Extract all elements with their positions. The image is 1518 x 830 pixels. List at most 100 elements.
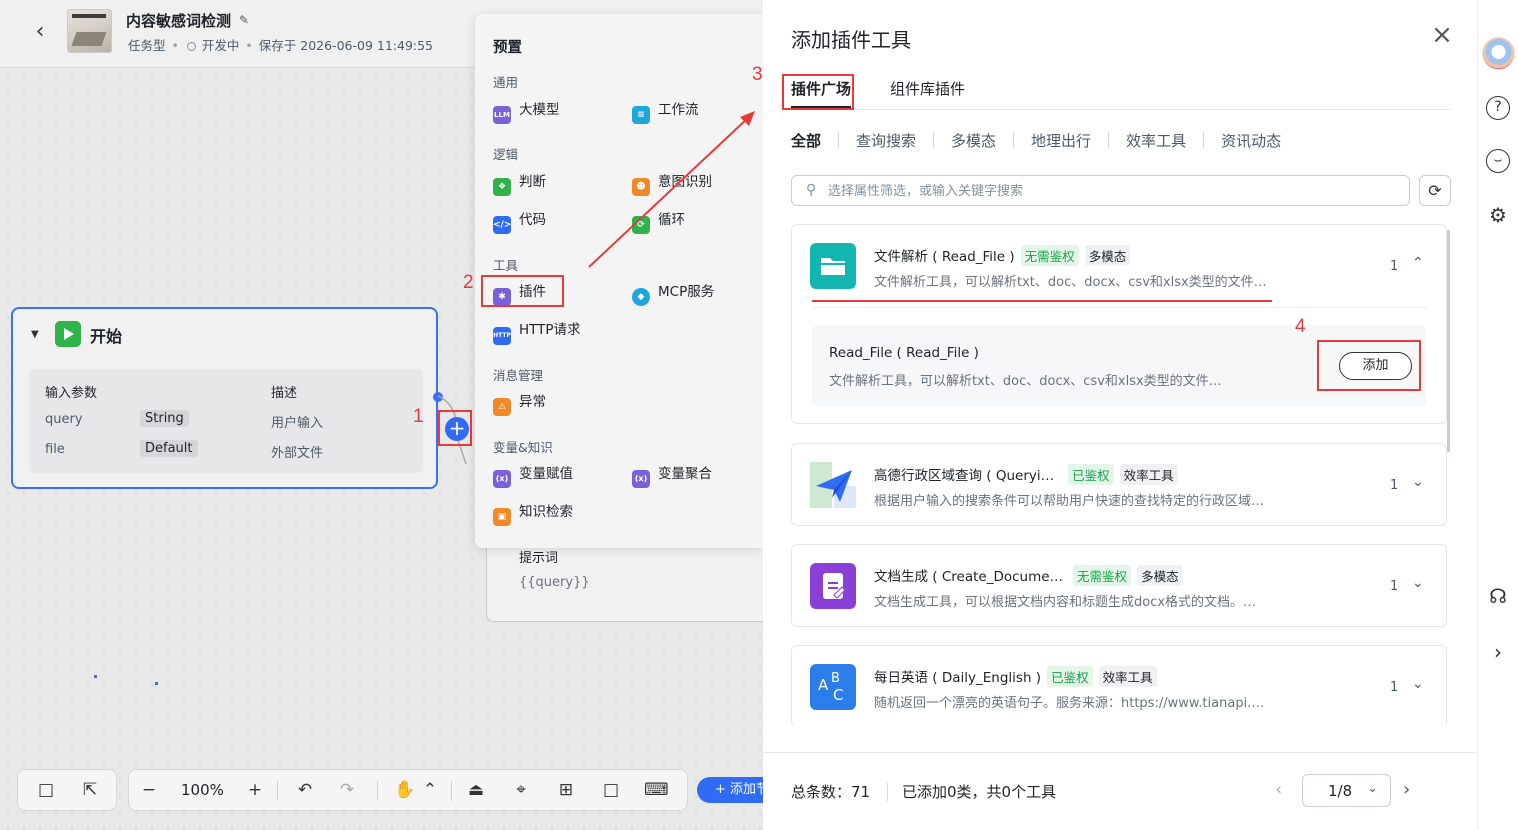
category-all[interactable]: 全部 — [791, 130, 821, 151]
picker-item-judge[interactable]: ❖ 判断 — [493, 170, 546, 196]
back-arrow-icon[interactable]: ‹ — [28, 18, 52, 46]
prev-page-icon[interactable]: ‹ — [1275, 779, 1282, 800]
chevron-down-icon[interactable]: ⌄ — [1412, 676, 1424, 692]
plugin-card[interactable]: 高德行政区域查询 ( Queryi… 已鉴权 效率工具 根据用户输入的搜索条件可以帮… — [791, 443, 1447, 526]
plugin-search: ⚲ — [791, 175, 1410, 206]
category-multimodal[interactable]: 多模态 — [951, 130, 996, 151]
hand-icon[interactable]: ✋ — [393, 778, 417, 802]
annotation-box-1 — [438, 410, 472, 446]
category-efficiency[interactable]: 效率工具 — [1126, 130, 1186, 151]
picker-item-llm[interactable]: LLM 大模型 — [493, 98, 560, 124]
param-type: Default — [140, 440, 198, 457]
category-query-search[interactable]: 查询搜索 — [856, 130, 916, 151]
workflow-type: 任务型 — [128, 38, 166, 53]
abc-icon: ABC — [810, 664, 856, 710]
smiley-icon[interactable]: ⌣ — [1486, 149, 1510, 173]
redo-icon[interactable]: ↷ — [335, 778, 359, 802]
picker-item-knowledge[interactable]: ▣ 知识检索 — [493, 500, 573, 526]
chevron-down-icon[interactable]: ⌄ — [1412, 575, 1424, 591]
knowledge-icon: ▣ — [493, 508, 511, 526]
workflow-status: 开发中 — [201, 38, 240, 53]
page-select[interactable]: 1/8 ⌄ — [1302, 774, 1391, 807]
annotation-arrow — [588, 111, 755, 268]
gear-icon[interactable]: ⚙ — [1486, 203, 1510, 227]
variable-merge-icon: (x) — [632, 470, 650, 488]
avatar[interactable] — [1482, 37, 1515, 70]
auth-badge: 已鉴权 — [1047, 666, 1093, 687]
category-badge: 多模态 — [1084, 245, 1131, 266]
select-mode-icon[interactable]: ⇱ — [78, 778, 102, 802]
tool-count: 1 — [1390, 478, 1399, 493]
zoom-out-icon[interactable]: − — [137, 778, 161, 802]
collapse-caret-icon[interactable]: ▼ — [31, 329, 39, 340]
search-icon: ⚲ — [806, 182, 817, 198]
plugin-desc: 文档生成工具，可以根据文档内容和标题生成docx格式的文档。… — [874, 595, 1257, 610]
grid-icon[interactable]: ⊞ — [554, 778, 578, 802]
close-icon[interactable]: × — [1429, 22, 1455, 48]
chevron-up-icon[interactable]: ⌃ — [1412, 255, 1424, 271]
annotation-box-4 — [1317, 340, 1421, 391]
minimap-icon[interactable]: □ — [34, 778, 58, 802]
plugin-name: 每日英语 ( Daily_English ) 已鉴权 效率工具 — [874, 666, 1157, 687]
status-ring-icon — [186, 42, 196, 51]
picker-title: 预置 — [493, 40, 522, 56]
category-news[interactable]: 资讯动态 — [1221, 130, 1281, 151]
chevron-up-icon[interactable]: ⌃ — [418, 778, 442, 802]
undo-icon[interactable]: ↶ — [293, 778, 317, 802]
edit-pencil-icon[interactable]: ✎ — [239, 13, 249, 27]
svg-text:A: A — [818, 676, 829, 694]
search-input[interactable] — [828, 179, 1388, 203]
svg-text:B: B — [831, 671, 840, 686]
tab-component-library[interactable]: 组件库插件 — [890, 78, 965, 99]
help-icon[interactable]: ? — [1486, 96, 1510, 120]
picker-item-var-merge[interactable]: (x) 变量聚合 — [632, 462, 712, 488]
tool-count: 1 — [1390, 579, 1399, 594]
chevron-right-icon[interactable]: › — [1486, 640, 1510, 664]
category-geo-travel[interactable]: 地理出行 — [1031, 130, 1091, 151]
zoom-in-icon[interactable]: + — [243, 778, 267, 802]
page-value: 1/8 — [1328, 782, 1353, 800]
picker-item-code[interactable]: </> 代码 — [493, 208, 546, 234]
category-badge: 效率工具 — [1119, 464, 1178, 485]
section-variables: 变量&知识 — [493, 440, 553, 455]
workflow-title: 内容敏感词检测 — [126, 12, 232, 30]
next-page-icon[interactable]: › — [1403, 779, 1410, 800]
param-name: query — [45, 412, 83, 427]
picker-item-var-assign[interactable]: (x) 变量赋值 — [493, 462, 573, 488]
annotation-box-2 — [481, 275, 564, 307]
workflow-meta: 任务型 • 开发中 • 保存于 2026-06-09 11:49:55 — [128, 38, 434, 53]
zoom-level[interactable]: 100% — [181, 781, 224, 799]
headset-icon[interactable]: ☊ — [1486, 584, 1510, 608]
annotation-box-3 — [782, 74, 854, 110]
drawer-tabs: 插件广场 组件库插件 — [791, 76, 1451, 110]
start-node-params: 输入参数 描述 query String 用户输入 file Default 外… — [29, 369, 423, 473]
plugin-card[interactable]: 文档生成 ( Create_Docume… 无需鉴权 多模态 文档生成工具，可以根据… — [791, 544, 1447, 627]
tool-desc: 文件解析工具，可以解析txt、doc、docx、csv和xlsx类型的文件… — [829, 374, 1222, 389]
plugin-name: 文件解析 ( Read_File ) 无需鉴权 多模态 — [874, 245, 1131, 266]
tool-name: Read_File ( Read_File ) — [829, 345, 979, 361]
start-node[interactable]: ▼ 开始 输入参数 描述 query String 用户输入 file Defa… — [11, 307, 438, 489]
keyboard-icon[interactable]: ⌨ — [644, 778, 669, 802]
plugin-desc: 随机返回一个漂亮的英语句子。服务来源：https://www.tianapi.… — [874, 696, 1265, 711]
mcp-icon: ◆ — [632, 288, 650, 306]
plugin-list: 文件解析 ( Read_File ) 无需鉴权 多模态 文件解析工具，可以解析txt… — [791, 224, 1451, 726]
picker-item-http[interactable]: HTTP HTTP请求 — [493, 318, 581, 345]
chevron-down-icon[interactable]: ⌄ — [1412, 474, 1424, 490]
drawer-title: 添加插件工具 — [791, 28, 911, 52]
saved-time: 保存于 2026-06-09 11:49:55 — [258, 38, 434, 53]
section-general: 通用 — [493, 75, 519, 90]
focus-icon[interactable]: ⌖ — [509, 778, 533, 802]
auth-badge: 无需鉴权 — [1020, 245, 1079, 266]
scrollbar[interactable] — [1447, 230, 1450, 452]
picker-item-mcp[interactable]: ◆ MCP服务 — [632, 280, 714, 306]
auth-badge: 无需鉴权 — [1073, 565, 1132, 586]
refresh-icon[interactable]: ⟳ — [1419, 175, 1451, 206]
note-icon[interactable]: □ — [599, 778, 623, 802]
plugin-card[interactable]: ABC 每日英语 ( Daily_English ) 已鉴权 效率工具 随机返回一个… — [791, 645, 1447, 726]
picker-item-exception[interactable]: ⚠ 异常 — [493, 390, 546, 416]
prompt-value: {{query}} — [519, 575, 590, 590]
code-icon: </> — [493, 216, 511, 234]
auto-layout-icon[interactable]: ⏏ — [464, 778, 488, 802]
drawer-footer: 总条数：71 已添加0类，共0个工具 ‹ 1/8 ⌄ › — [763, 752, 1477, 830]
plugin-card[interactable]: 文件解析 ( Read_File ) 无需鉴权 多模态 文件解析工具，可以解析txt… — [791, 224, 1447, 424]
